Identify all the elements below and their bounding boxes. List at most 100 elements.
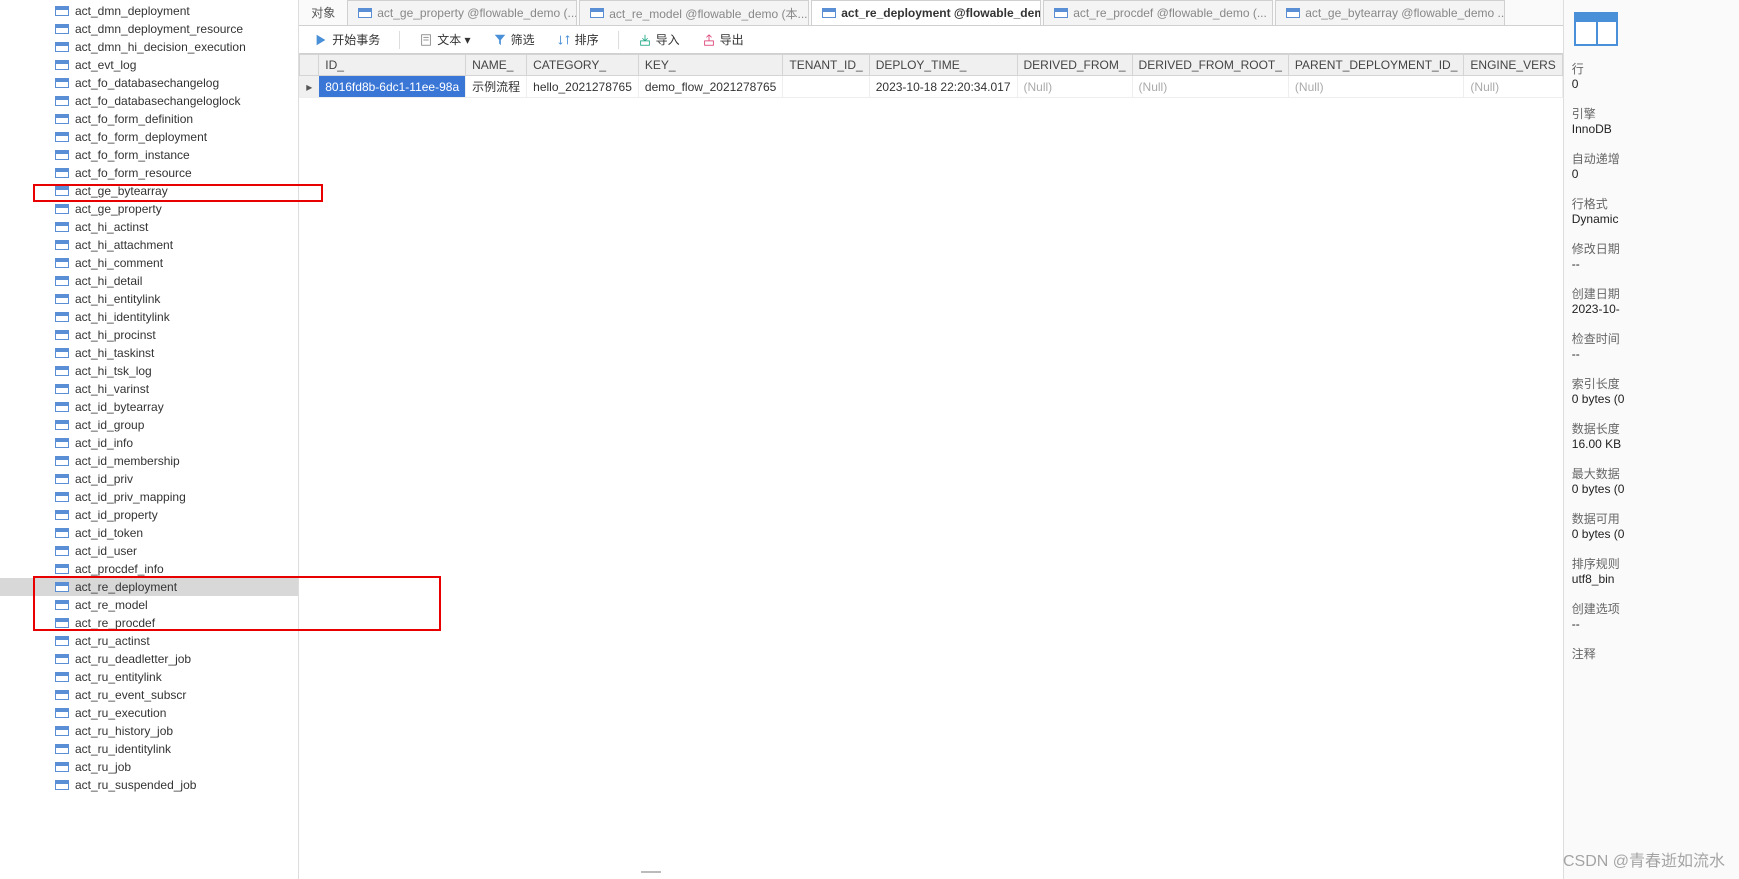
sidebar-item-label: act_hi_attachment: [75, 238, 173, 252]
cell-id[interactable]: 8016fd8b-6dc1-11ee-98a: [319, 76, 466, 98]
sidebar-item-act-re-procdef[interactable]: act_re_procdef: [0, 614, 298, 632]
import-button[interactable]: 导入: [631, 28, 687, 51]
sidebar-item-act-ru-job[interactable]: act_ru_job: [0, 758, 298, 776]
col-derived-from-root[interactable]: DERIVED_FROM_ROOT_: [1132, 55, 1288, 76]
sidebar-item-act-fo-form-resource[interactable]: act_fo_form_resource: [0, 164, 298, 182]
sort-button[interactable]: 排序: [550, 28, 606, 51]
tab-act-re-deployment[interactable]: act_re_deployment @flowable_dem...: [811, 0, 1041, 25]
text-button[interactable]: 文本 ▾: [412, 28, 477, 51]
export-button[interactable]: 导出: [695, 28, 751, 51]
sidebar-item-label: act_hi_tsk_log: [75, 364, 152, 378]
sidebar-item-act-hi-attachment[interactable]: act_hi_attachment: [0, 236, 298, 254]
cell-tenant[interactable]: [783, 76, 869, 98]
col-category[interactable]: CATEGORY_: [527, 55, 639, 76]
sidebar-item-act-id-property[interactable]: act_id_property: [0, 506, 298, 524]
cell-parent-deployment[interactable]: (Null): [1288, 76, 1464, 98]
sidebar-item-act-dmn-deployment[interactable]: act_dmn_deployment: [0, 2, 298, 20]
col-parent-deployment-id[interactable]: PARENT_DEPLOYMENT_ID_: [1288, 55, 1464, 76]
sidebar-item-act-procdef-info[interactable]: act_procdef_info: [0, 560, 298, 578]
sidebar-item-act-fo-form-instance[interactable]: act_fo_form_instance: [0, 146, 298, 164]
col-id[interactable]: ID_: [319, 55, 466, 76]
sidebar-item-act-id-group[interactable]: act_id_group: [0, 416, 298, 434]
col-key[interactable]: KEY_: [638, 55, 782, 76]
cell-deploy-time[interactable]: 2023-10-18 22:20:34.017: [869, 76, 1017, 98]
sidebar-item-act-hi-detail[interactable]: act_hi_detail: [0, 272, 298, 290]
sidebar-item-label: act_ge_property: [75, 202, 162, 216]
sidebar-item-act-dmn-hi-decision-execution[interactable]: act_dmn_hi_decision_execution: [0, 38, 298, 56]
properties-panel: 行0 引擎InnoDB 自动递增0 行格式Dynamic 修改日期-- 创建日期…: [1563, 0, 1739, 879]
datafree-value: 0 bytes (0: [1572, 527, 1731, 541]
sidebar-item-act-ru-execution[interactable]: act_ru_execution: [0, 704, 298, 722]
sidebar-item-label: act_hi_actinst: [75, 220, 148, 234]
col-deploy-time[interactable]: DEPLOY_TIME_: [869, 55, 1017, 76]
sidebar-item-act-hi-comment[interactable]: act_hi_comment: [0, 254, 298, 272]
sidebar-item-act-hi-varinst[interactable]: act_hi_varinst: [0, 380, 298, 398]
sidebar-item-act-id-priv[interactable]: act_id_priv: [0, 470, 298, 488]
sidebar-item-act-ru-event-subscr[interactable]: act_ru_event_subscr: [0, 686, 298, 704]
col-engine-vers[interactable]: ENGINE_VERS: [1464, 55, 1562, 76]
sidebar-item-act-re-model[interactable]: act_re_model: [0, 596, 298, 614]
data-grid[interactable]: ID_NAME_CATEGORY_KEY_TENANT_ID_DEPLOY_TI…: [299, 54, 1563, 879]
sidebar-item-act-ru-entitylink[interactable]: act_ru_entitylink: [0, 668, 298, 686]
sidebar-item-act-hi-procinst[interactable]: act_hi_procinst: [0, 326, 298, 344]
sidebar-item-label: act_id_user: [75, 544, 137, 558]
sidebar-item-act-fo-databasechangeloglock[interactable]: act_fo_databasechangeloglock: [0, 92, 298, 110]
modified-value: --: [1572, 257, 1731, 271]
sidebar-item-act-id-token[interactable]: act_id_token: [0, 524, 298, 542]
sidebar-item-act-hi-actinst[interactable]: act_hi_actinst: [0, 218, 298, 236]
sidebar-item-act-re-deployment[interactable]: act_re_deployment: [0, 578, 298, 596]
cell-derived-from[interactable]: (Null): [1017, 76, 1132, 98]
sidebar-item-act-ru-history-job[interactable]: act_ru_history_job: [0, 722, 298, 740]
splitter-handle[interactable]: [641, 871, 661, 879]
sidebar-item-act-id-priv-mapping[interactable]: act_id_priv_mapping: [0, 488, 298, 506]
sidebar-item-act-hi-identitylink[interactable]: act_hi_identitylink: [0, 308, 298, 326]
col-name[interactable]: NAME_: [466, 55, 527, 76]
tab-act-ge-property[interactable]: act_ge_property @flowable_demo (...: [347, 0, 577, 25]
sidebar-item-act-hi-tsk-log[interactable]: act_hi_tsk_log: [0, 362, 298, 380]
tab-act-ge-bytearray[interactable]: act_ge_bytearray @flowable_demo ...: [1275, 0, 1505, 25]
begin-transaction-button[interactable]: 开始事务: [307, 28, 387, 51]
tab-act-re-procdef[interactable]: act_re_procdef @flowable_demo (...: [1043, 0, 1273, 25]
sidebar-item-act-ru-deadletter-job[interactable]: act_ru_deadletter_job: [0, 650, 298, 668]
table-icon: [55, 366, 69, 376]
cell-name[interactable]: 示例流程: [466, 76, 527, 98]
sidebar-item-act-ge-property[interactable]: act_ge_property: [0, 200, 298, 218]
cell-key[interactable]: demo_flow_2021278765: [638, 76, 782, 98]
sidebar-item-label: act_id_info: [75, 436, 133, 450]
modified-label: 修改日期: [1572, 240, 1731, 257]
table-icon: [55, 384, 69, 394]
sidebar-item-act-fo-form-definition[interactable]: act_fo_form_definition: [0, 110, 298, 128]
sidebar-item-act-hi-taskinst[interactable]: act_hi_taskinst: [0, 344, 298, 362]
sidebar-item-act-hi-entitylink[interactable]: act_hi_entitylink: [0, 290, 298, 308]
sidebar-item-act-id-bytearray[interactable]: act_id_bytearray: [0, 398, 298, 416]
table-icon: [55, 402, 69, 412]
table-icon: [55, 708, 69, 718]
sidebar-item-act-ru-suspended-job[interactable]: act_ru_suspended_job: [0, 776, 298, 794]
tab-act-re-model[interactable]: act_re_model @flowable_demo (本...: [579, 0, 809, 25]
sidebar-item-act-id-membership[interactable]: act_id_membership: [0, 452, 298, 470]
cell-derived-from-root[interactable]: (Null): [1132, 76, 1288, 98]
table-icon: [55, 690, 69, 700]
table-icon: [55, 240, 69, 250]
cell-engine-version[interactable]: (Null): [1464, 76, 1562, 98]
objects-label[interactable]: 对象: [307, 4, 347, 21]
sidebar-item-act-ru-identitylink[interactable]: act_ru_identitylink: [0, 740, 298, 758]
filter-button[interactable]: 筛选: [486, 28, 542, 51]
col-derived-from[interactable]: DERIVED_FROM_: [1017, 55, 1132, 76]
cell-category[interactable]: hello_2021278765: [527, 76, 639, 98]
sidebar-item-act-id-user[interactable]: act_id_user: [0, 542, 298, 560]
sidebar-item-act-ru-actinst[interactable]: act_ru_actinst: [0, 632, 298, 650]
col-tenant-id[interactable]: TENANT_ID_: [783, 55, 869, 76]
sidebar-item-act-dmn-deployment-resource[interactable]: act_dmn_deployment_resource: [0, 20, 298, 38]
sidebar-item-act-id-info[interactable]: act_id_info: [0, 434, 298, 452]
checktime-value: --: [1572, 347, 1731, 361]
sidebar-item-label: act_fo_form_deployment: [75, 130, 207, 144]
table-icon: [55, 60, 69, 70]
table-row[interactable]: ▸ 8016fd8b-6dc1-11ee-98a 示例流程 hello_2021…: [300, 76, 1563, 98]
sidebar-item-act-fo-form-deployment[interactable]: act_fo_form_deployment: [0, 128, 298, 146]
table-icon: [55, 204, 69, 214]
sidebar-item-act-evt-log[interactable]: act_evt_log: [0, 56, 298, 74]
sidebar-item-act-ge-bytearray[interactable]: act_ge_bytearray: [0, 182, 298, 200]
sidebar-item-act-fo-databasechangelog[interactable]: act_fo_databasechangelog: [0, 74, 298, 92]
table-icon: [55, 618, 69, 628]
